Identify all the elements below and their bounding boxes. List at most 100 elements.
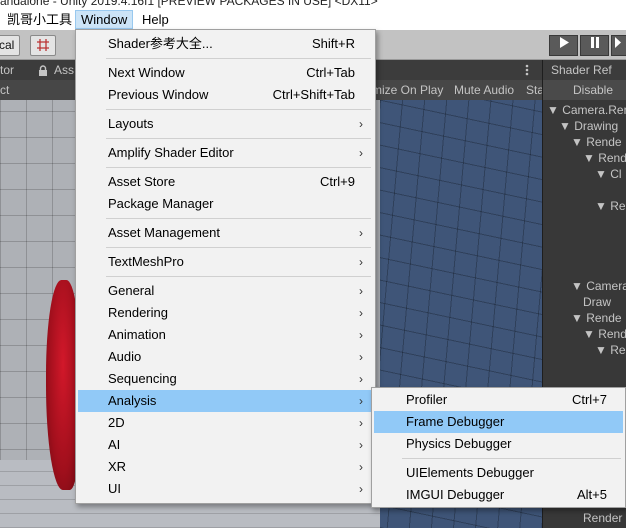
game-view-tab-header xyxy=(370,60,542,80)
menu-item-label: Layouts xyxy=(108,116,154,131)
menu-item-asset-management[interactable]: Asset Management › xyxy=(78,222,373,244)
step-button[interactable] xyxy=(611,35,626,56)
menu-item-label: Package Manager xyxy=(108,196,214,211)
menu-item-label: Asset Store xyxy=(108,174,176,189)
menu-item-physics-debugger[interactable]: Physics Debugger xyxy=(374,433,623,455)
menu-item-label: Rendering xyxy=(108,305,168,320)
disable-button[interactable]: Disable xyxy=(543,80,626,100)
chevron-right-icon: › xyxy=(359,438,363,452)
tree-node[interactable]: ▼ Rende xyxy=(571,134,622,150)
tree-node[interactable]: ▼ Cl xyxy=(595,166,622,182)
menu-item-label: Audio xyxy=(108,349,142,364)
menu-item-shader-reference[interactable]: Shader参考大全... Shift+R xyxy=(78,33,373,55)
chevron-right-icon: › xyxy=(359,460,363,474)
menu-item-general[interactable]: General › xyxy=(78,280,373,302)
menu-item-package-manager[interactable]: Package Manager xyxy=(78,193,373,215)
menu-item-xr[interactable]: XR › xyxy=(78,456,373,478)
chevron-right-icon: › xyxy=(359,255,363,269)
menu-item-animation[interactable]: Animation › xyxy=(78,324,373,346)
menu-item-textmeshpro[interactable]: TextMeshPro › xyxy=(78,251,373,273)
chevron-right-icon: › xyxy=(359,350,363,364)
analysis-submenu: Profiler Ctrl+7 Frame Debugger Physics Debu… xyxy=(371,387,626,508)
menu-item-asset-store[interactable]: Asset Store Ctrl+9 xyxy=(78,171,373,193)
menu-separator xyxy=(106,109,371,110)
menu-help[interactable]: Help xyxy=(137,10,174,29)
menu-item-shortcut: Ctrl+7 xyxy=(571,392,607,407)
tree-node[interactable]: ▼ Rende xyxy=(571,310,622,326)
menu-separator xyxy=(106,218,371,219)
grid-snap-icon xyxy=(37,39,49,51)
step-icon xyxy=(615,37,621,48)
menu-item-label: XR xyxy=(108,459,127,474)
menu-item-frame-debugger[interactable]: Frame Debugger xyxy=(374,411,623,433)
chevron-right-icon: › xyxy=(359,284,363,298)
grid-snap-button[interactable] xyxy=(30,35,56,56)
pause-button[interactable] xyxy=(580,35,609,56)
menu-window[interactable]: Window xyxy=(75,10,134,29)
tree-node[interactable]: Render xyxy=(583,510,622,526)
pivot-space-button[interactable]: cal xyxy=(0,35,20,56)
play-button[interactable] xyxy=(549,35,578,56)
tree-node[interactable]: ▼ Drawing xyxy=(559,118,618,134)
chevron-right-icon: › xyxy=(359,372,363,386)
menu-item-2d[interactable]: 2D › xyxy=(78,412,373,434)
menu-item-label: Physics Debugger xyxy=(406,436,512,451)
menu-separator xyxy=(106,276,371,277)
maximize-on-play-toggle[interactable]: mize On Play xyxy=(372,80,443,100)
tree-node[interactable]: ▼ Camera.Ren xyxy=(547,102,626,118)
inspector-subheader: ct xyxy=(0,80,80,100)
menu-item-label: Frame Debugger xyxy=(406,414,505,429)
menu-item-label: TextMeshPro xyxy=(108,254,184,269)
stats-toggle[interactable]: Sta xyxy=(526,80,542,100)
chevron-right-icon: › xyxy=(359,306,363,320)
menu-separator xyxy=(402,458,621,459)
tree-node[interactable]: ▼ Rend xyxy=(583,326,626,342)
chevron-right-icon: › xyxy=(359,416,363,430)
tree-node[interactable]: Draw xyxy=(583,294,611,310)
shader-ref-title[interactable]: Shader Ref xyxy=(543,60,626,80)
tree-node[interactable]: ▼ Rend xyxy=(583,150,626,166)
menu-item-shortcut: Ctrl+9 xyxy=(319,174,355,189)
kebab-menu-icon[interactable] xyxy=(525,64,529,76)
pivot-space-label: cal xyxy=(0,38,15,52)
tree-node[interactable]: ▼ Re xyxy=(595,342,626,358)
menu-item-shortcut: Shift+R xyxy=(312,36,355,51)
tree-node[interactable]: ▼ Camera xyxy=(571,278,626,294)
lock-icon[interactable] xyxy=(38,65,48,76)
pause-icon xyxy=(590,37,599,48)
menu-separator xyxy=(106,138,371,139)
menu-item-uielements-debugger[interactable]: UIElements Debugger xyxy=(374,462,623,484)
menu-item-next-window[interactable]: Next Window Ctrl+Tab xyxy=(78,62,373,84)
menu-item-rendering[interactable]: Rendering › xyxy=(78,302,373,324)
menu-item-label: Animation xyxy=(108,327,166,342)
menu-item-label: Next Window xyxy=(108,65,185,80)
menu-item-layouts[interactable]: Layouts › xyxy=(78,113,373,135)
menu-item-previous-window[interactable]: Previous Window Ctrl+Shift+Tab xyxy=(78,84,373,106)
menu-item-profiler[interactable]: Profiler Ctrl+7 xyxy=(374,389,623,411)
menu-item-shortcut: Alt+5 xyxy=(577,487,607,502)
inspector-sub-label: ct xyxy=(0,83,10,97)
inspector-tab-header[interactable]: tor Ass xyxy=(0,60,80,80)
menu-bar: 凯哥小工具 Window Help xyxy=(0,8,626,30)
mute-audio-toggle[interactable]: Mute Audio xyxy=(454,80,514,100)
tree-node[interactable]: ▼ Re xyxy=(595,198,626,214)
menu-separator xyxy=(106,167,371,168)
menu-item-label: Amplify Shader Editor xyxy=(108,145,234,160)
asset-store-tab-label: Ass xyxy=(54,63,75,77)
chevron-right-icon: › xyxy=(359,482,363,496)
inspector-tab-label: tor xyxy=(0,63,15,77)
menu-kaige-tools[interactable]: 凯哥小工具 xyxy=(2,10,77,29)
menu-item-label: 2D xyxy=(108,415,125,430)
menu-item-ai[interactable]: AI › xyxy=(78,434,373,456)
menu-item-analysis[interactable]: Analysis › xyxy=(78,390,373,412)
menu-item-sequencing[interactable]: Sequencing › xyxy=(78,368,373,390)
menu-item-audio[interactable]: Audio › xyxy=(78,346,373,368)
menu-item-label: Sequencing xyxy=(108,371,177,386)
menu-item-label: IMGUI Debugger xyxy=(406,487,505,502)
menu-item-label: Profiler xyxy=(406,392,448,407)
window-menu: Shader参考大全... Shift+R Next Window Ctrl+Tab P… xyxy=(75,29,376,504)
menu-separator xyxy=(106,247,371,248)
menu-item-amplify-shader-editor[interactable]: Amplify Shader Editor › xyxy=(78,142,373,164)
menu-item-ui[interactable]: UI › xyxy=(78,478,373,500)
menu-item-imgui-debugger[interactable]: IMGUI Debugger Alt+5 xyxy=(374,484,623,506)
